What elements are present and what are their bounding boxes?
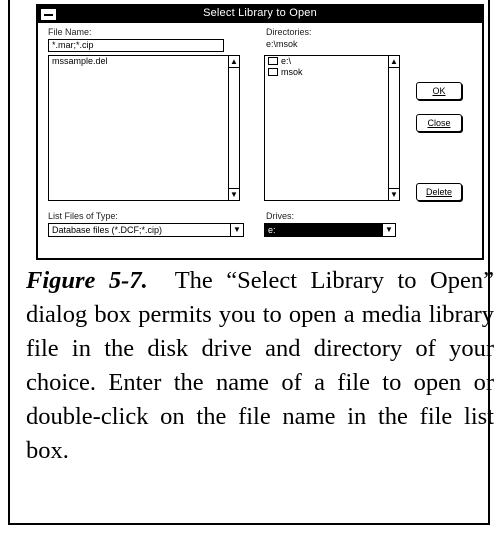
file-name-label: File Name: [48, 27, 92, 37]
select-library-dialog: Select Library to Open File Name: *.mar;… [36, 4, 484, 260]
file-types-select[interactable]: Database files (*.DCF;*.cip) ▼ [48, 223, 244, 237]
scroll-down-arrow-icon[interactable]: ▼ [229, 188, 239, 200]
figure-caption: Figure 5-7. The “Select Library to Open”… [26, 264, 494, 468]
file-types-label: List Files of Type: [48, 211, 118, 221]
directory-item-msok[interactable]: msok [265, 67, 399, 78]
chevron-down-icon[interactable]: ▼ [382, 224, 395, 236]
drives-value: e: [268, 225, 276, 235]
dialog-title: Select Library to Open [203, 7, 317, 19]
current-directory: e:\msok [266, 39, 298, 49]
file-list-scrollbar[interactable]: ▲ ▼ [228, 56, 239, 200]
dialog-titlebar: Select Library to Open [38, 6, 482, 23]
directory-item-root[interactable]: e:\ [265, 56, 399, 67]
scroll-up-arrow-icon[interactable]: ▲ [389, 56, 399, 68]
drives-label: Drives: [266, 211, 295, 221]
ok-button[interactable]: OK [416, 82, 462, 100]
caption-text: The “Select Library to Open” dialog box … [26, 267, 494, 464]
chevron-down-icon[interactable]: ▼ [230, 224, 243, 236]
file-types-value: Database files (*.DCF;*.cip) [52, 225, 163, 235]
file-list-item[interactable]: mssample.del [49, 56, 239, 67]
open-folder-icon [268, 57, 278, 65]
scroll-down-arrow-icon[interactable]: ▼ [389, 188, 399, 200]
scroll-up-arrow-icon[interactable]: ▲ [229, 56, 239, 68]
open-folder-icon [268, 68, 278, 76]
directories-label: Directories: [266, 27, 312, 37]
delete-button[interactable]: Delete [416, 183, 462, 201]
figure-frame: Select Library to Open File Name: *.mar;… [8, 0, 494, 525]
file-list[interactable]: mssample.del ▲ ▼ [48, 55, 240, 201]
close-button[interactable]: Close [416, 114, 462, 132]
directory-list-scrollbar[interactable]: ▲ ▼ [388, 56, 399, 200]
file-name-input[interactable]: *.mar;*.cip [48, 39, 224, 52]
drives-select[interactable]: e: ▼ [264, 223, 396, 237]
figure-label: Figure 5-7. [26, 267, 148, 294]
directory-list[interactable]: e:\ msok ▲ ▼ [264, 55, 400, 201]
